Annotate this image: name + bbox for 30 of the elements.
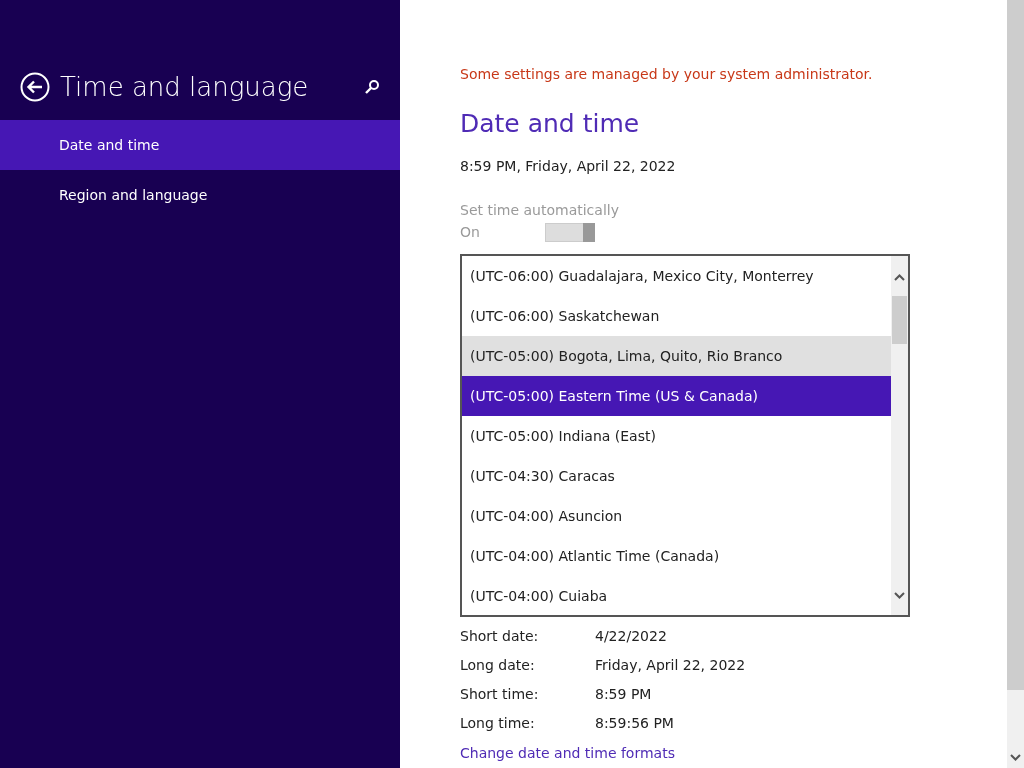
scrollbar-thumb[interactable] xyxy=(892,296,907,344)
format-value: 8:59 PM xyxy=(595,685,652,704)
timezone-option[interactable]: (UTC-04:00) Atlantic Time (Canada) xyxy=(462,536,891,576)
section-heading: Date and time xyxy=(460,108,641,140)
timezone-option[interactable]: (UTC-04:00) Asuncion xyxy=(462,496,891,536)
sidebar-item[interactable]: Date and time xyxy=(0,120,400,170)
format-label: Long date: xyxy=(460,656,536,675)
format-label: Short date: xyxy=(460,627,540,646)
formats-link[interactable]: Change date and time formats xyxy=(460,745,675,761)
back-icon[interactable] xyxy=(20,72,50,102)
format-label: Long time: xyxy=(460,714,536,733)
timezone-option[interactable]: (UTC-04:00) Cuiaba xyxy=(462,576,891,616)
scrollbar[interactable] xyxy=(891,256,908,615)
timezone-option[interactable]: (UTC-06:00) Saskatchewan xyxy=(462,296,891,336)
timezone-option[interactable]: (UTC-06:00) Guadalajara, Mexico City, Monterrey xyxy=(462,256,891,296)
page-title: Time and language xyxy=(60,71,310,103)
toggle-state: On xyxy=(460,222,481,242)
admin-notice: Some settings are managed by your system administrator. xyxy=(460,65,874,84)
sidebar-item[interactable]: Region and language xyxy=(0,170,400,220)
timezone-option[interactable]: (UTC-05:00) Indiana (East) xyxy=(462,416,891,456)
search-icon[interactable] xyxy=(364,79,380,95)
timezone-option[interactable]: (UTC-05:00) Eastern Time (US & Canada) xyxy=(462,376,891,416)
toggle-label: Set time automatically xyxy=(460,201,620,220)
format-label: Short time: xyxy=(460,685,540,704)
format-value: Friday, April 22, 2022 xyxy=(595,656,746,675)
format-value: 4/22/2022 xyxy=(595,627,667,646)
format-value: 8:59:56 PM xyxy=(595,714,674,733)
timezone-option[interactable]: (UTC-05:00) Bogota, Lima, Quito, Rio Branco xyxy=(462,336,891,376)
timezone-option[interactable]: (UTC-04:30) Caracas xyxy=(462,456,891,496)
current-time: 8:59 PM, Friday, April 22, 2022 xyxy=(460,157,677,176)
